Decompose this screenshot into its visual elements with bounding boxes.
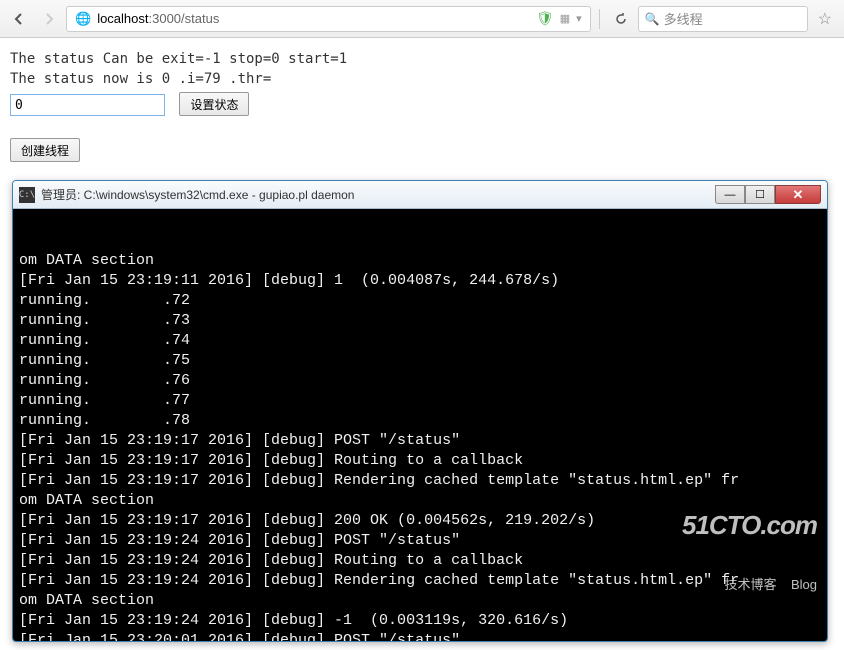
cmd-line: running. .74: [19, 331, 821, 351]
separator: [599, 9, 600, 29]
minimize-button[interactable]: —: [715, 185, 745, 204]
page-body: The status Can be exit=-1 stop=0 start=1…: [0, 38, 844, 172]
maximize-button[interactable]: ☐: [745, 185, 775, 204]
reload-button[interactable]: [608, 6, 634, 32]
set-status-button[interactable]: 设置状态: [179, 92, 249, 116]
cmd-line: running. .77: [19, 391, 821, 411]
search-bar[interactable]: 🔍 多线程: [638, 6, 808, 32]
forward-button: [36, 6, 62, 32]
window-controls: — ☐ ✕: [715, 185, 821, 204]
create-thread-button[interactable]: 创建线程: [10, 138, 80, 162]
status-current-text: The status now is 0 .i=79 .thr=: [10, 70, 834, 88]
cmd-line: running. .76: [19, 371, 821, 391]
watermark-line2: 技术博客 Blog: [682, 575, 817, 595]
shield-icon: 🛡: [536, 10, 554, 27]
watermark-line1: 51CTO.com: [682, 515, 817, 535]
globe-icon: 🌐: [75, 11, 91, 27]
back-button[interactable]: [6, 6, 32, 32]
cmd-line: running. .75: [19, 351, 821, 371]
url-bar[interactable]: 🌐 localhost:3000/status 🛡 ▦ ▾: [66, 6, 591, 32]
cmd-line: running. .78: [19, 411, 821, 431]
cmd-window: C:\ 管理员: C:\windows\system32\cmd.exe - g…: [12, 180, 828, 642]
browser-toolbar: 🌐 localhost:3000/status 🛡 ▦ ▾ 🔍 多线程 ☆: [0, 0, 844, 38]
qr-icon[interactable]: ▦: [560, 12, 570, 25]
status-help-text: The status Can be exit=-1 stop=0 start=1: [10, 50, 834, 68]
url-host: localhost: [97, 11, 148, 26]
cmd-line: [Fri Jan 15 23:19:17 2016] [debug] POST …: [19, 431, 821, 451]
cmd-line: running. .73: [19, 311, 821, 331]
cmd-line: [Fri Jan 15 23:19:11 2016] [debug] 1 (0.…: [19, 271, 821, 291]
search-icon: 🔍: [645, 12, 660, 26]
bookmark-star-icon[interactable]: ☆: [812, 9, 838, 29]
cmd-output: om DATA section[Fri Jan 15 23:19:11 2016…: [13, 209, 827, 641]
cmd-line: [Fri Jan 15 23:19:17 2016] [debug] Routi…: [19, 451, 821, 471]
search-text: 多线程: [664, 9, 703, 28]
dropdown-icon[interactable]: ▾: [576, 12, 582, 25]
url-path: :3000/status: [149, 11, 220, 26]
cmd-title: 管理员: C:\windows\system32\cmd.exe - gupia…: [41, 186, 715, 203]
cmd-titlebar[interactable]: C:\ 管理员: C:\windows\system32\cmd.exe - g…: [13, 181, 827, 209]
close-button[interactable]: ✕: [775, 185, 821, 204]
cmd-line: om DATA section: [19, 251, 821, 271]
status-input[interactable]: [10, 94, 165, 116]
cmd-icon: C:\: [19, 187, 35, 203]
watermark: 51CTO.com 技术博客 Blog: [682, 475, 817, 635]
cmd-line: running. .72: [19, 291, 821, 311]
